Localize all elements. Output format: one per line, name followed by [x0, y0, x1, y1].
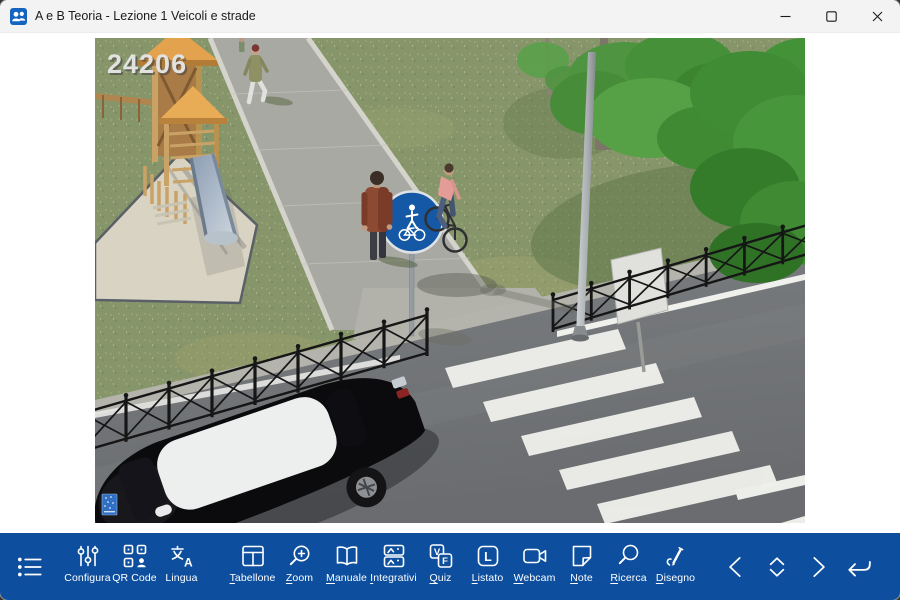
- lesson-image[interactable]: 24206 24206: [95, 38, 805, 523]
- toolbar-label: Ricerca: [610, 572, 646, 584]
- letter-l-icon: L: [474, 542, 502, 570]
- toolbar-button-zoom[interactable]: Zoom: [276, 533, 323, 600]
- toolbar-button-webcam[interactable]: Webcam: [511, 533, 558, 600]
- close-button[interactable]: [854, 0, 900, 32]
- toolbar-button-qr-code[interactable]: QR Code: [111, 533, 158, 600]
- true-false-icon: VF: [427, 542, 455, 570]
- board-icon: [239, 542, 267, 570]
- toolbar-button-return[interactable]: [838, 533, 879, 600]
- toolbar-label: Configura: [64, 572, 110, 584]
- chevron-left-icon: [721, 553, 751, 581]
- window-title: A e B Teoria - Lezione 1 Veicoli e strad…: [35, 9, 256, 23]
- toolbar-label: Integrativi: [370, 572, 417, 584]
- maximize-button[interactable]: [808, 0, 854, 32]
- toolbar-button-quiz[interactable]: VF Quiz: [417, 533, 464, 600]
- photo-number: 24206: [107, 49, 187, 79]
- scene-watermark: [102, 494, 117, 515]
- app-window: A e B Teoria - Lezione 1 Veicoli e strad…: [0, 0, 900, 600]
- distant-pedestrian: [239, 38, 245, 52]
- open-book-icon: [333, 542, 361, 570]
- note-icon: [568, 542, 596, 570]
- minimize-button[interactable]: [762, 0, 808, 32]
- chevrons-up-down-icon: [762, 553, 792, 581]
- toolbar-label: Listato: [472, 572, 504, 584]
- toolbar-label: Lingua: [165, 572, 197, 584]
- return-arrow-icon: [843, 553, 875, 581]
- minimize-icon: [780, 11, 791, 22]
- toolbar-nav-group: [715, 533, 879, 600]
- toolbar-button-menu[interactable]: [8, 533, 52, 600]
- toolbar-button-tabellone[interactable]: Tabellone: [229, 533, 276, 600]
- zoom-in-icon: [286, 542, 314, 570]
- toolbar-label: Quiz: [429, 572, 451, 584]
- toolbar-button-integrativi[interactable]: Integrativi: [370, 533, 417, 600]
- svg-text:A: A: [184, 556, 193, 570]
- toolbar-button-manuale[interactable]: Manuale: [323, 533, 370, 600]
- toolbar-label: Manuale: [326, 572, 367, 584]
- list-menu-icon: [15, 553, 45, 581]
- app-icon: [10, 8, 27, 25]
- toolbar-button-listato[interactable]: L Listato: [464, 533, 511, 600]
- toolbar-label: Disegno: [656, 572, 695, 584]
- svg-text:L: L: [484, 550, 492, 564]
- video-camera-icon: [521, 542, 549, 570]
- titlebar: A e B Teoria - Lezione 1 Veicoli e strad…: [0, 0, 900, 33]
- toolbar-button-next[interactable]: [797, 533, 838, 600]
- toolbar-button-ricerca[interactable]: Ricerca: [605, 533, 652, 600]
- svg-text:F: F: [442, 556, 448, 567]
- toolbar-button-previous[interactable]: [715, 533, 756, 600]
- qr-code-icon: [121, 542, 149, 570]
- toolbar-button-lingua[interactable]: A Lingua: [158, 533, 205, 600]
- toolbar-button-disegno[interactable]: Disegno: [652, 533, 699, 600]
- maximize-icon: [826, 11, 837, 22]
- close-icon: [872, 11, 883, 22]
- search-icon: [615, 542, 643, 570]
- toolbar-label: QR Code: [112, 572, 156, 584]
- toolbar-button-note[interactable]: Note: [558, 533, 605, 600]
- pen-icon: [662, 542, 690, 570]
- translate-icon: A: [168, 542, 196, 570]
- content-area: 24206 24206: [0, 33, 900, 533]
- toolbar-button-expand[interactable]: [756, 533, 797, 600]
- chevron-right-icon: [803, 553, 833, 581]
- toolbar-label: Note: [570, 572, 593, 584]
- toolbar-label: Zoom: [286, 572, 313, 584]
- images-icon: [380, 542, 408, 570]
- toolbar-button-configura[interactable]: Configura: [64, 533, 111, 600]
- window-controls: [762, 0, 900, 32]
- sliders-icon: [74, 542, 102, 570]
- toolbar-label: Webcam: [514, 572, 556, 584]
- toolbar-label: Tabellone: [230, 572, 276, 584]
- toolbar: ConfiguraQR Code A Lingua Tabellone Zoom Manu…: [0, 533, 900, 600]
